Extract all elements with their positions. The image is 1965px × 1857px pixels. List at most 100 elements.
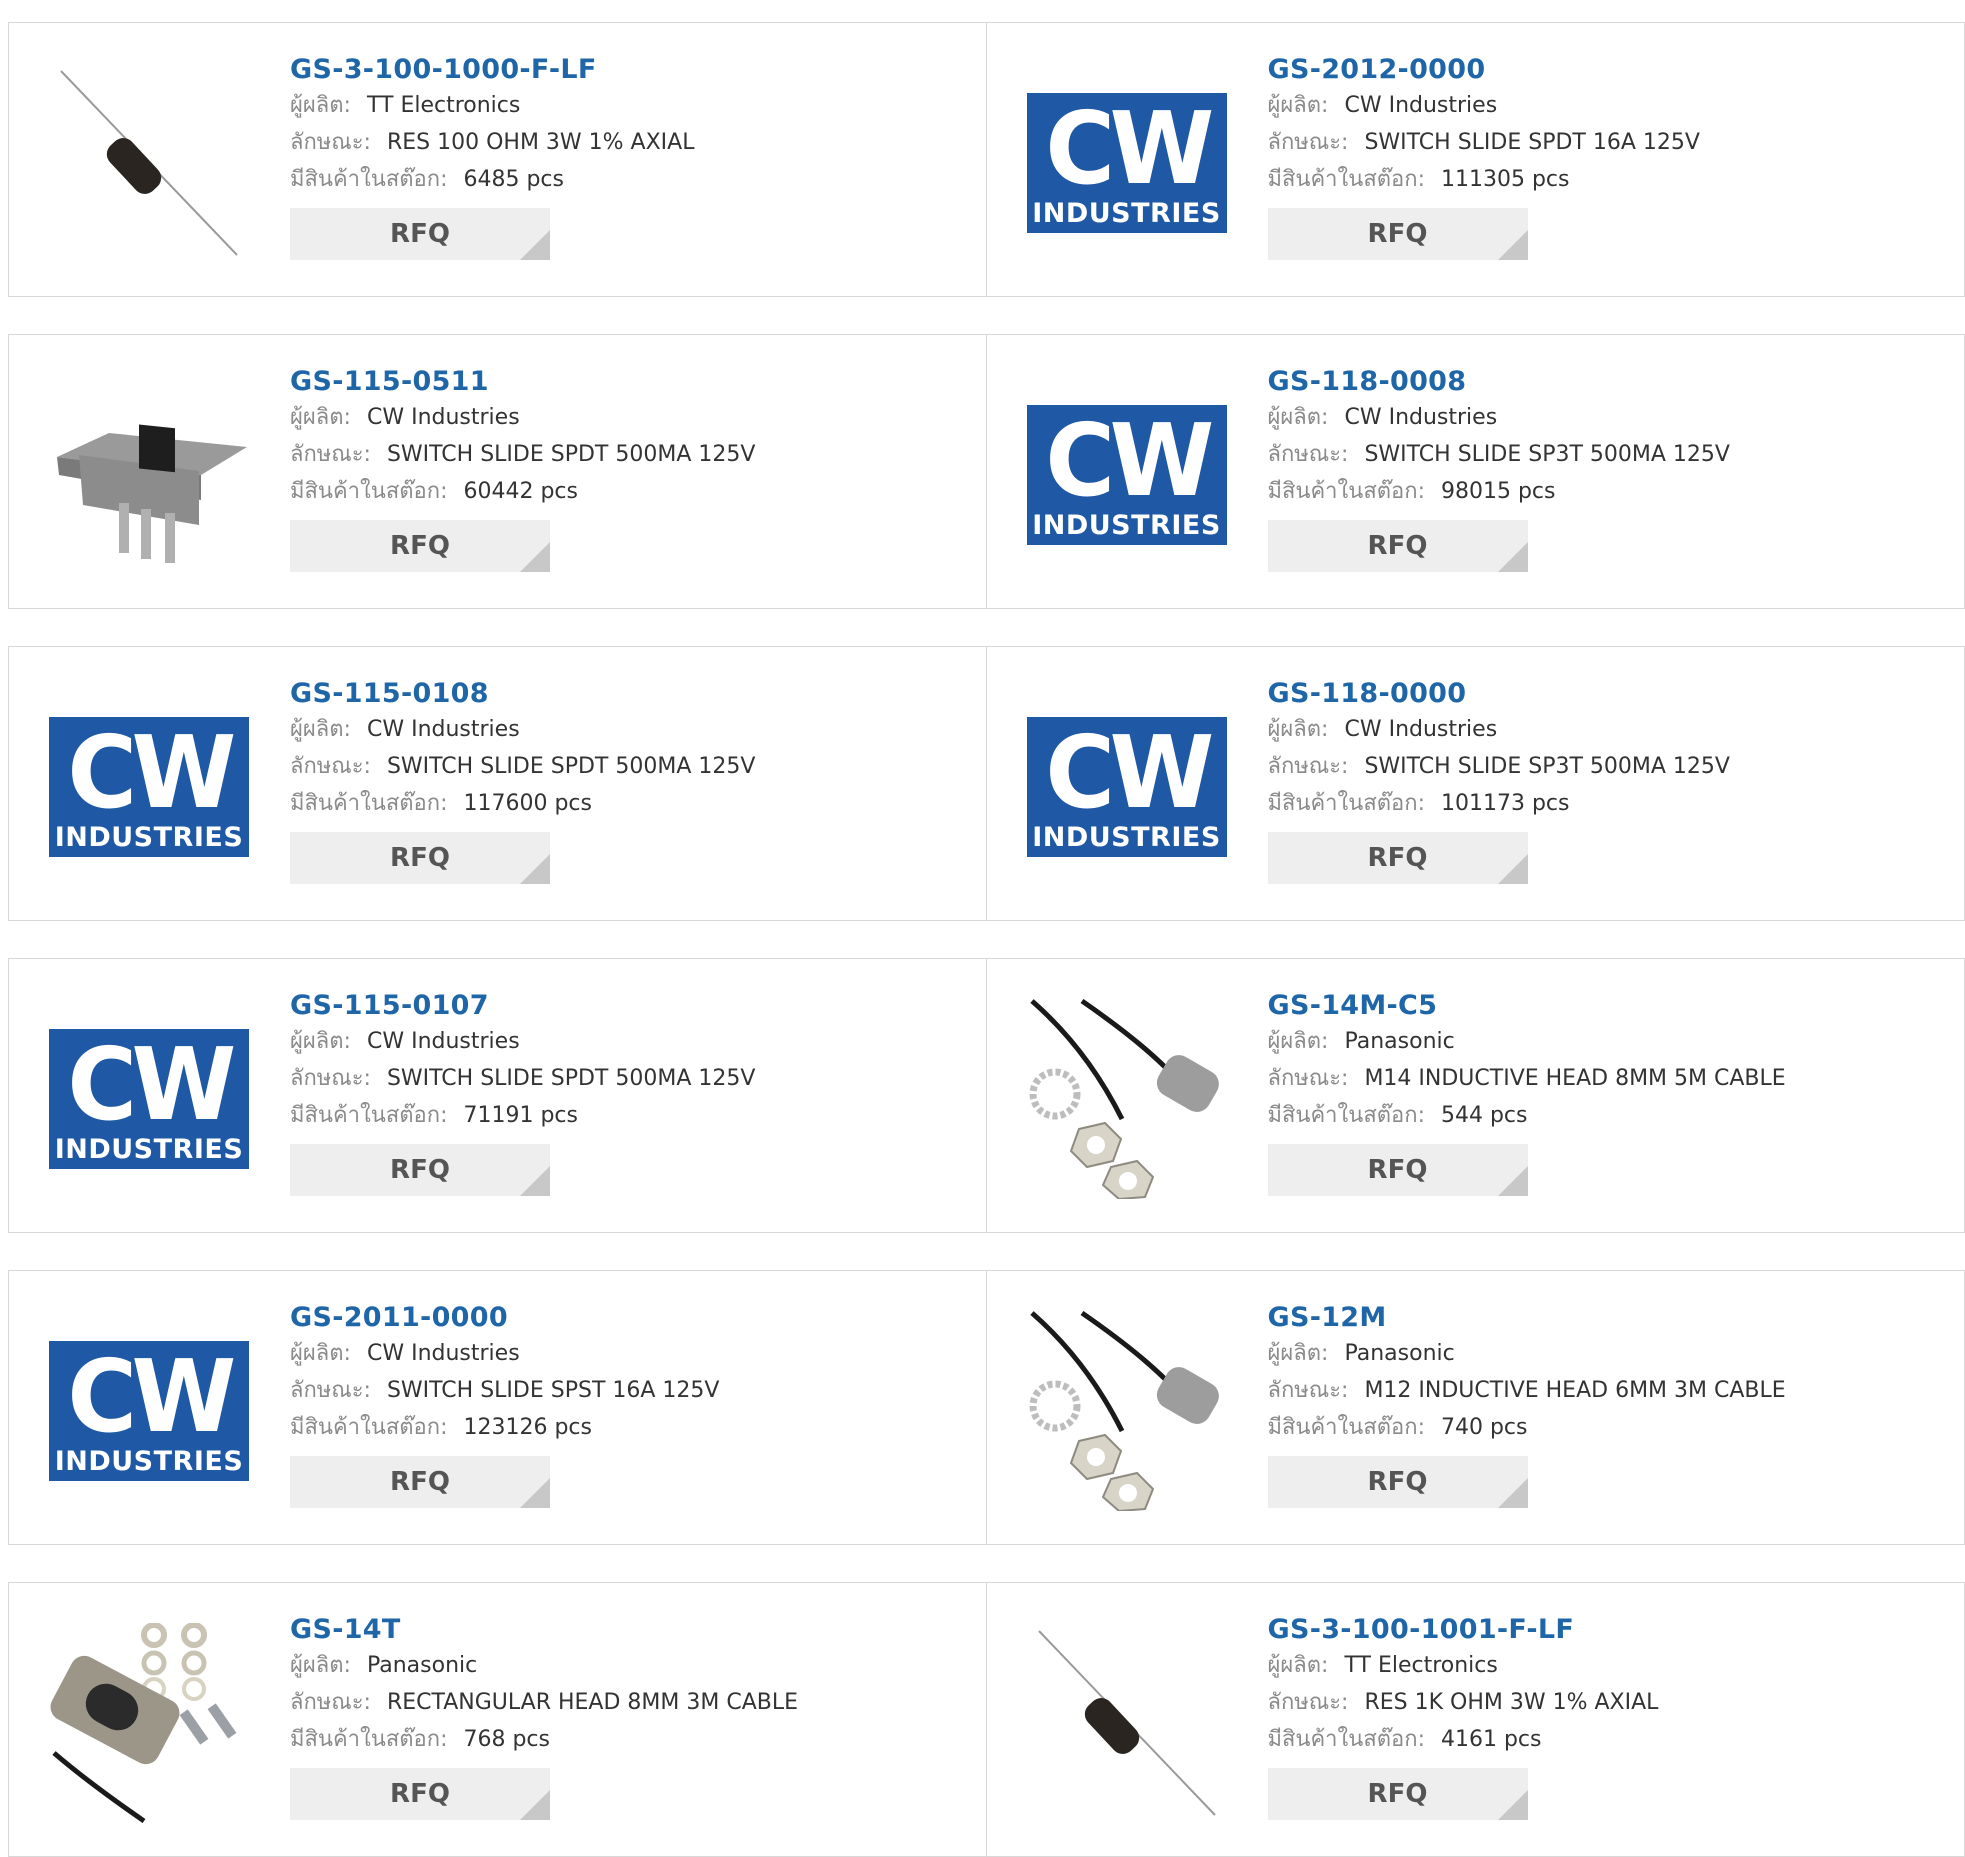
stock-label: มีสินค้าในสต๊อก: [290,479,447,504]
rfq-corner-decoration [520,1478,550,1508]
stock-line: มีสินค้าในสต๊อก:71191 pcs [290,1097,976,1134]
rectangular-sensor-image[interactable] [49,1623,249,1823]
cw-industries-logo[interactable]: CWINDUSTRIES [49,687,249,887]
product-info: GS-115-0511ผู้ผลิต:CW Industriesลักษณะ:S… [290,365,976,572]
rfq-button[interactable]: RFQ [1268,1456,1528,1508]
manufacturer-value: CW Industries [367,405,520,430]
rfq-corner-decoration [1498,1478,1528,1508]
rfq-button[interactable]: RFQ [1268,832,1528,884]
product-info: GS-3-100-1001-F-LFผู้ผลิต:TT Electronics… [1268,1613,1955,1820]
rfq-button[interactable]: RFQ [290,520,550,572]
rfq-corner-decoration [520,542,550,572]
stock-line: มีสินค้าในสต๊อก:60442 pcs [290,473,976,510]
resistor-image[interactable] [49,63,249,263]
cw-logo-text: CW [54,1347,244,1447]
rfq-button[interactable]: RFQ [1268,1768,1528,1820]
cw-logo-text: CW [54,723,244,823]
rfq-corner-decoration [1498,542,1528,572]
inductive-sensor-image[interactable] [1027,1311,1227,1511]
manufacturer-value: CW Industries [1344,717,1497,742]
product-info: GS-3-100-1000-F-LFผู้ผลิต:TT Electronics… [290,53,976,260]
rfq-corner-decoration [520,1166,550,1196]
resistor-image[interactable] [1027,1623,1227,1823]
description-label: ลักษณะ: [290,1066,371,1091]
rfq-button[interactable]: RFQ [290,1768,550,1820]
rfq-button[interactable]: RFQ [290,1144,550,1196]
part-number-link[interactable]: GS-2012-0000 [1268,53,1486,87]
description-label: ลักษณะ: [290,130,371,155]
description-label: ลักษณะ: [290,1690,371,1715]
cw-logo-text: CW [54,1035,244,1135]
description-label: ลักษณะ: [290,754,371,779]
description-value: SWITCH SLIDE SPDT 16A 125V [1364,130,1699,155]
cw-logo-industries: INDUSTRIES [1027,822,1227,853]
cw-industries-logo[interactable]: CWINDUSTRIES [1027,63,1227,263]
cw-logo-box: CWINDUSTRIES [49,1341,249,1481]
manufacturer-line: ผู้ผลิต:TT Electronics [290,87,976,124]
cw-logo-industries: INDUSTRIES [49,1446,249,1477]
manufacturer-line: ผู้ผลิต:Panasonic [1268,1335,1955,1372]
product-info: GS-118-0000ผู้ผลิต:CW Industriesลักษณะ:S… [1268,677,1955,884]
stock-value: 544 pcs [1441,1103,1528,1128]
rfq-button[interactable]: RFQ [290,1456,550,1508]
cw-industries-logo[interactable]: CWINDUSTRIES [1027,375,1227,575]
part-number-link[interactable]: GS-115-0108 [290,677,489,711]
rfq-button[interactable]: RFQ [1268,208,1528,260]
description-value: SWITCH SLIDE SPDT 500MA 125V [387,442,755,467]
rfq-button[interactable]: RFQ [290,832,550,884]
part-number-link[interactable]: GS-3-100-1000-F-LF [290,53,597,87]
description-label: ลักษณะ: [1268,1690,1349,1715]
description-line: ลักษณะ:SWITCH SLIDE SP3T 500MA 125V [1268,748,1955,785]
product-card: CWINDUSTRIESGS-2012-0000ผู้ผลิต:CW Indus… [987,22,1965,297]
stock-label: มีสินค้าในสต๊อก: [1268,1727,1425,1752]
stock-value: 123126 pcs [463,1415,592,1440]
manufacturer-value: CW Industries [367,1341,520,1366]
part-number-link[interactable]: GS-14M-C5 [1268,989,1438,1023]
description-value: SWITCH SLIDE SPST 16A 125V [387,1378,720,1403]
stock-value: 98015 pcs [1441,479,1556,504]
manufacturer-value: CW Industries [367,717,520,742]
rfq-corner-decoration [1498,230,1528,260]
stock-label: มีสินค้าในสต๊อก: [1268,167,1425,192]
part-number-link[interactable]: GS-2011-0000 [290,1301,508,1335]
part-number-link[interactable]: GS-3-100-1001-F-LF [1268,1613,1575,1647]
description-line: ลักษณะ:SWITCH SLIDE SPDT 500MA 125V [290,436,976,473]
inductive-sensor-image[interactable] [1027,999,1227,1199]
part-number-link[interactable]: GS-115-0107 [290,989,489,1023]
stock-value: 101173 pcs [1441,791,1570,816]
rfq-label: RFQ [390,1779,450,1809]
rfq-button[interactable]: RFQ [1268,520,1528,572]
cw-logo-box: CWINDUSTRIES [49,717,249,857]
product-info: GS-12Mผู้ผลิต:Panasonicลักษณะ:M12 INDUCT… [1268,1301,1955,1508]
cw-logo-industries: INDUSTRIES [1027,198,1227,229]
rfq-label: RFQ [1368,1155,1428,1185]
rfq-button[interactable]: RFQ [1268,1144,1528,1196]
part-number-link[interactable]: GS-118-0008 [1268,365,1467,399]
rfq-label: RFQ [390,219,450,249]
stock-label: มีสินค้าในสต๊อก: [290,1103,447,1128]
rfq-button[interactable]: RFQ [290,208,550,260]
manufacturer-value: Panasonic [1344,1341,1454,1366]
stock-label: มีสินค้าในสต๊อก: [1268,791,1425,816]
rfq-label: RFQ [1368,1779,1428,1809]
rfq-label: RFQ [390,1155,450,1185]
description-label: ลักษณะ: [1268,1066,1349,1091]
product-card: CWINDUSTRIES GS-118-0008ผู้ผลิต:CW Indust… [987,334,1965,609]
part-number-link[interactable]: GS-118-0000 [1268,677,1467,711]
cw-logo-box: CWINDUSTRIES [1027,717,1227,857]
product-row: CWINDUSTRIESGS-2011-0000ผู้ผลิต:CW Indus… [8,1270,1965,1545]
stock-line: มีสินค้าในสต๊อก:6485 pcs [290,161,976,198]
description-value: SWITCH SLIDE SPDT 500MA 125V [387,1066,755,1091]
description-line: ลักษณะ:M14 INDUCTIVE HEAD 8MM 5M CABLE [1268,1060,1955,1097]
part-number-link[interactable]: GS-14T [290,1613,401,1647]
cw-industries-logo[interactable]: CWINDUSTRIES [49,1311,249,1511]
manufacturer-line: ผู้ผลิต:CW Industries [1268,399,1955,436]
cw-industries-logo[interactable]: CWINDUSTRIES [49,999,249,1199]
rfq-label: RFQ [1368,531,1428,561]
manufacturer-label: ผู้ผลิต: [1268,1029,1329,1054]
manufacturer-label: ผู้ผลิต: [290,1653,351,1678]
cw-industries-logo[interactable]: CWINDUSTRIES [1027,687,1227,887]
part-number-link[interactable]: GS-115-0511 [290,365,489,399]
slide-switch-image[interactable] [49,375,249,575]
part-number-link[interactable]: GS-12M [1268,1301,1387,1335]
